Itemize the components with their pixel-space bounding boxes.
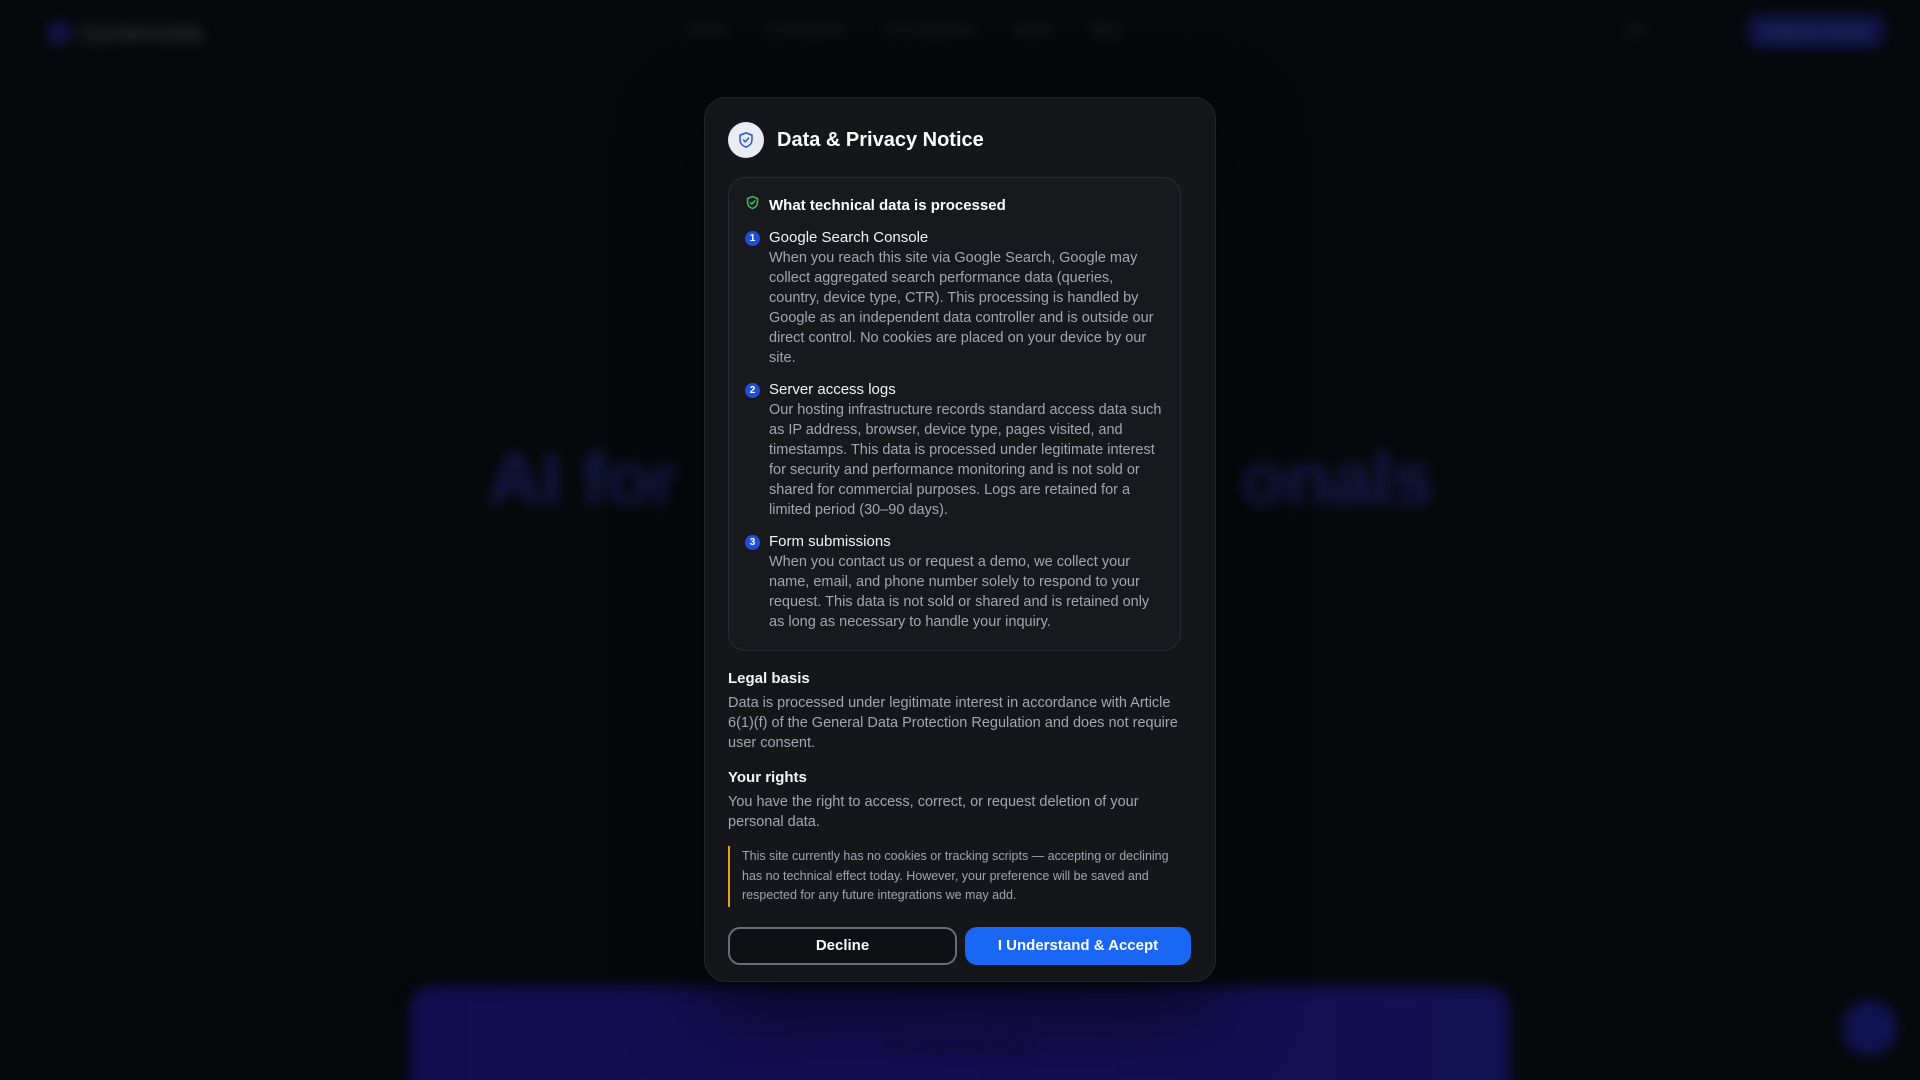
- privacy-notice-modal: Data & Privacy Notice What technical dat…: [704, 97, 1216, 982]
- item-title: Form submissions: [769, 533, 891, 550]
- cookie-note: This site currently has no cookies or tr…: [728, 846, 1188, 907]
- item-description: When you contact us or request a demo, w…: [769, 554, 1150, 630]
- legal-basis-title: Legal basis: [728, 670, 810, 687]
- rights-section: Your rights You have the right to access…: [728, 768, 1191, 832]
- legal-basis-text: Data is processed under legitimate inter…: [728, 695, 1178, 751]
- modal-actions: Decline I Understand & Accept: [728, 926, 1191, 965]
- legal-basis-section: Legal basis Data is processed under legi…: [728, 669, 1191, 753]
- shield-check-icon: [745, 195, 760, 215]
- modal-title: Data & Privacy Notice: [777, 128, 984, 151]
- rights-text: You have the right to access, correct, o…: [728, 794, 1139, 830]
- item-description: When you reach this site via Google Sear…: [769, 250, 1154, 366]
- technical-data-card: What technical data is processed 1 Googl…: [728, 177, 1181, 651]
- list-item: 3 Form submissions When you contact us o…: [745, 532, 1162, 632]
- item-description: Our hosting infrastructure records stand…: [769, 402, 1162, 518]
- item-number-badge: 3: [745, 535, 760, 550]
- rights-title: Your rights: [728, 769, 807, 786]
- item-title: Google Search Console: [769, 229, 929, 246]
- item-number-badge: 2: [745, 383, 760, 398]
- list-item: 1 Google Search Console When you reach t…: [745, 228, 1162, 368]
- shield-check-icon: [728, 122, 764, 158]
- card-heading: What technical data is processed: [745, 194, 1162, 216]
- modal-header: Data & Privacy Notice: [728, 122, 1191, 158]
- list-item: 2 Server access logs Our hosting infrast…: [745, 380, 1162, 520]
- card-title: What technical data is processed: [769, 196, 1006, 214]
- accept-button[interactable]: I Understand & Accept: [965, 926, 1191, 965]
- item-number-badge: 1: [745, 231, 760, 246]
- decline-button[interactable]: Decline: [728, 926, 957, 965]
- item-title: Server access logs: [769, 381, 896, 398]
